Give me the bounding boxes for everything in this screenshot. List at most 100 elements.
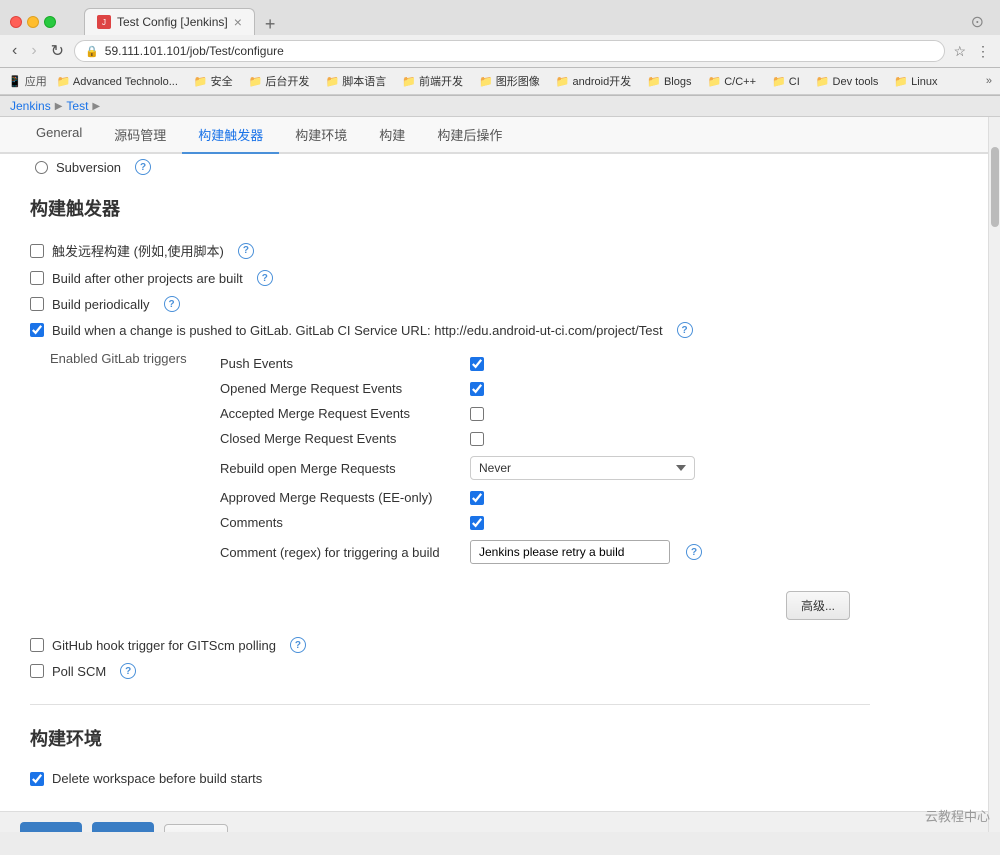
option-help-1[interactable]: ? (238, 243, 254, 259)
option-checkbox-poll[interactable] (30, 664, 44, 678)
bookmark-7[interactable]: 📁 android开发 (550, 71, 637, 91)
bookmark-1[interactable]: 📁 Advanced Technolo... (51, 73, 184, 90)
scrollbar[interactable] (988, 117, 1000, 832)
option-checkbox-1[interactable] (30, 244, 44, 258)
option-row-1: 触发远程构建 (例如,使用脚本) ? (30, 236, 870, 265)
trigger-label-closed-merge: Closed Merge Request Events (220, 431, 460, 446)
trigger-checkbox-approved[interactable] (470, 491, 484, 505)
watermark: 云教程中心 (925, 806, 990, 825)
close-button[interactable] (10, 16, 22, 28)
bookmarks-apps-label: 📱 应用 (8, 73, 47, 89)
trigger-label-comment-regex: Comment (regex) for triggering a build (220, 545, 460, 560)
option-help-3[interactable]: ? (164, 296, 180, 312)
tab-env[interactable]: 构建环境 (279, 117, 363, 154)
section-title-env: 构建环境 (30, 725, 870, 751)
bookmark-11[interactable]: 📁 Dev tools (810, 73, 885, 90)
trigger-row-rebuild: Rebuild open Merge Requests Never On pus… (220, 451, 870, 485)
advanced-bottom-button[interactable]: 高级... (164, 824, 228, 832)
advanced-button-gitlab[interactable]: 高级... (786, 591, 850, 620)
delete-workspace-checkbox[interactable] (30, 772, 44, 786)
subversion-radio[interactable] (35, 161, 48, 174)
bookmarks-bar: 📱 应用 📁 Advanced Technolo... 📁 安全 📁 后台开发 … (0, 68, 1000, 95)
url-display: 59.111.101.101/job/Test/configure (105, 44, 284, 58)
tab-close-button[interactable]: × (234, 14, 242, 30)
tab-favicon: J (97, 15, 111, 29)
trigger-row-comments: Comments (220, 510, 870, 535)
breadcrumb-jenkins[interactable]: Jenkins (10, 99, 51, 113)
build-env-section: 构建环境 Delete workspace before build start… (30, 704, 870, 791)
breadcrumb-test[interactable]: Test (66, 99, 88, 113)
option-checkbox-4[interactable] (30, 323, 44, 337)
trigger-label-rebuild: Rebuild open Merge Requests (220, 461, 460, 476)
trigger-checkbox-closed-merge[interactable] (470, 432, 484, 446)
lock-icon: 🔒 (85, 45, 99, 58)
save-button[interactable]: 保存 (20, 822, 82, 832)
maximize-button[interactable] (44, 16, 56, 28)
tab-build[interactable]: 构建 (363, 117, 421, 154)
trigger-checkbox-opened-merge[interactable] (470, 382, 484, 396)
option-row-3: Build periodically ? (30, 291, 870, 317)
subversion-help-icon[interactable]: ? (135, 159, 151, 175)
bookmark-3[interactable]: 📁 后台开发 (243, 71, 316, 91)
comment-regex-help-icon[interactable]: ? (686, 544, 702, 560)
option-checkbox-3[interactable] (30, 297, 44, 311)
nav-more-icon[interactable]: ⋮ (974, 41, 992, 62)
refresh-button[interactable]: ↻ (47, 39, 68, 63)
tab-triggers[interactable]: 构建触发器 (182, 117, 279, 154)
option-row-4: Build when a change is pushed to GitLab.… (30, 317, 870, 343)
tab-title: Test Config [Jenkins] (117, 15, 228, 29)
forward-button[interactable]: › (27, 40, 40, 62)
option-help-4[interactable]: ? (677, 322, 693, 338)
delete-workspace-label: Delete workspace before build starts (52, 771, 262, 786)
browser-tab[interactable]: J Test Config [Jenkins] × (84, 8, 255, 35)
subversion-label: Subversion (56, 160, 121, 175)
bookmark-star-icon[interactable]: ☆ (951, 41, 968, 62)
option-help-2[interactable]: ? (257, 270, 273, 286)
option-label-2: Build after other projects are built (52, 271, 243, 286)
option-label-4: Build when a change is pushed to GitLab.… (52, 323, 663, 338)
gitlab-triggers-label: Enabled GitLab triggers (50, 351, 210, 366)
tab-post[interactable]: 构建后操作 (421, 117, 518, 154)
option-label-1: 触发远程构建 (例如,使用脚本) (52, 241, 224, 260)
section-title-triggers: 构建触发器 (30, 195, 870, 221)
bookmark-2[interactable]: 📁 安全 (188, 71, 239, 91)
bottom-toolbar: 保存 应用 高级... (0, 811, 988, 832)
comment-regex-input[interactable] (470, 540, 670, 564)
bookmark-9[interactable]: 📁 C/C++ (701, 73, 762, 90)
option-checkbox-github[interactable] (30, 638, 44, 652)
trigger-row-closed-merge: Closed Merge Request Events (220, 426, 870, 451)
option-row-poll: Poll SCM ? (30, 658, 870, 684)
trigger-row-comment-regex: Comment (regex) for triggering a build ? (220, 535, 870, 569)
breadcrumb-bar: Jenkins ▶ Test ▶ (0, 96, 1000, 117)
bookmark-6[interactable]: 📁 图形图像 (473, 71, 546, 91)
trigger-checkbox-accepted-merge[interactable] (470, 407, 484, 421)
bookmark-4[interactable]: 📁 脚本语言 (319, 71, 392, 91)
address-bar[interactable]: 🔒 59.111.101.101/job/Test/configure (74, 40, 945, 62)
profile-icon[interactable]: ⊙ (971, 12, 990, 32)
bookmark-12[interactable]: 📁 Linux (888, 73, 943, 90)
apply-button[interactable]: 应用 (92, 822, 154, 832)
option-row-2: Build after other projects are built ? (30, 265, 870, 291)
back-button[interactable]: ‹ (8, 40, 21, 62)
option-checkbox-2[interactable] (30, 271, 44, 285)
tab-source[interactable]: 源码管理 (98, 117, 182, 154)
github-help-icon[interactable]: ? (290, 637, 306, 653)
bookmark-5[interactable]: 📁 前端开发 (396, 71, 469, 91)
trigger-label-comments: Comments (220, 515, 460, 530)
trigger-checkbox-comments[interactable] (470, 516, 484, 530)
delete-workspace-row: Delete workspace before build starts (30, 766, 870, 791)
tab-general[interactable]: General (20, 117, 98, 154)
poll-help-icon[interactable]: ? (120, 663, 136, 679)
bookmark-10[interactable]: 📁 CI (766, 73, 806, 90)
option-label-github: GitHub hook trigger for GITScm polling (52, 638, 276, 653)
trigger-checkbox-push[interactable] (470, 357, 484, 371)
bookmark-8[interactable]: 📁 Blogs (641, 73, 697, 90)
minimize-button[interactable] (27, 16, 39, 28)
scroll-thumb[interactable] (991, 147, 999, 227)
new-tab-button[interactable]: + (259, 14, 282, 35)
bookmarks-overflow-icon[interactable]: » (986, 75, 992, 87)
rebuild-dropdown[interactable]: Never On push to source branch On push t… (470, 456, 695, 480)
option-label-3: Build periodically (52, 297, 150, 312)
trigger-row-opened-merge: Opened Merge Request Events (220, 376, 870, 401)
trigger-label-accepted-merge: Accepted Merge Request Events (220, 406, 460, 421)
